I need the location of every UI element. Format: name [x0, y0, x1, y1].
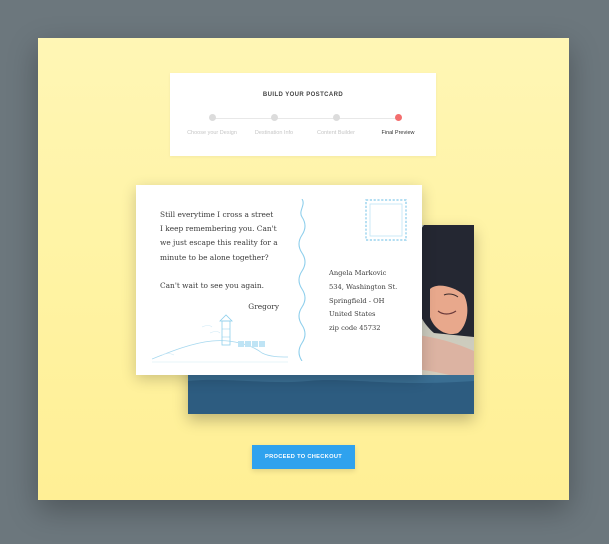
- lighthouse-illustration: [152, 314, 288, 363]
- step-destination-info[interactable]: Destination Info: [239, 114, 309, 136]
- step-dot: [270, 114, 278, 121]
- step-choose-design[interactable]: Choose your Design: [177, 114, 247, 136]
- step-dot: [208, 114, 216, 121]
- progress-stepper: BUILD YOUR POSTCARD Choose your Design D…: [170, 73, 436, 156]
- address-name: Angela Markovic: [329, 269, 387, 277]
- step-dot: [332, 114, 340, 121]
- postcard-builder-panel: BUILD YOUR POSTCARD Choose your Design D…: [38, 38, 569, 500]
- signature: Gregory: [248, 302, 279, 311]
- postcard-message: Still everytime I cross a street I keep …: [160, 208, 280, 293]
- address-country: United States: [329, 310, 376, 319]
- recipient-address: Angela Markovic 534, Washington St. Spri…: [329, 267, 397, 336]
- step-final-preview[interactable]: Final Preview: [363, 114, 433, 136]
- step-label: Choose your Design: [187, 130, 237, 136]
- address-street: 534, Washington St.: [329, 282, 398, 291]
- stamp-icon: [365, 199, 407, 241]
- step-label: Final Preview: [381, 130, 415, 136]
- step-label: Content Builder: [317, 130, 355, 136]
- message-line: minute to be alone together?: [160, 252, 269, 262]
- message-line: Still everytime I cross a street: [160, 210, 274, 219]
- postcard-back: Still everytime I cross a street I keep …: [136, 185, 422, 375]
- proceed-to-checkout-button[interactable]: PROCEED TO CHECKOUT: [252, 445, 355, 469]
- message-line: we just escape this reality for a: [160, 238, 278, 248]
- message-line: Can't wait to see you again.: [160, 280, 264, 290]
- step-content-builder[interactable]: Content Builder: [301, 114, 371, 136]
- address-zip: zip code 45732: [329, 324, 381, 333]
- message-line: I keep remembering you. Can't: [160, 224, 277, 234]
- step-dot-active: [394, 114, 402, 121]
- wavy-divider: [298, 199, 306, 361]
- step-label: Destination Info: [254, 130, 294, 136]
- stepper-title: BUILD YOUR POSTCARD: [262, 92, 344, 98]
- address-city: Springfield - OH: [329, 296, 385, 305]
